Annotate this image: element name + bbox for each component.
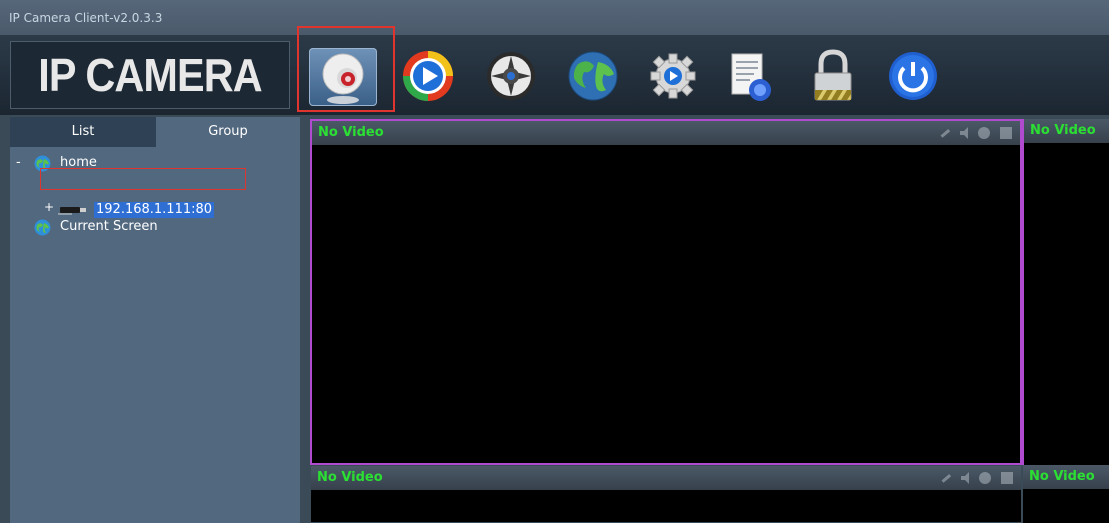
title-bar: IP Camera Client-v2.0.3.3 xyxy=(0,0,1109,35)
globe-icon xyxy=(568,51,618,101)
pane-title: No Video xyxy=(1030,123,1096,138)
lock-button[interactable] xyxy=(800,42,866,108)
video-pane[interactable]: No Video xyxy=(310,119,1022,465)
pane-header: No Video xyxy=(312,121,1020,145)
camera-button-annotation-box xyxy=(297,26,395,112)
device-annotation-box xyxy=(40,168,246,190)
app-logo: IP CAMERA xyxy=(10,41,290,109)
exit-button[interactable] xyxy=(880,42,946,108)
power-icon xyxy=(889,52,937,100)
pane-header: No Video xyxy=(1024,119,1109,143)
steering-wheel-icon xyxy=(487,52,535,100)
tree-item-current-screen[interactable]: Current Screen xyxy=(60,219,158,234)
logo-text: IP CAMERA xyxy=(38,49,262,101)
pane-title: No Video xyxy=(1029,469,1095,484)
document-icon xyxy=(731,53,771,101)
camera-device-icon xyxy=(58,207,86,215)
tree-collapse-toggle[interactable]: - xyxy=(16,155,21,170)
tab-list[interactable]: List xyxy=(10,117,156,147)
video-pane[interactable]: No Video xyxy=(1022,119,1109,465)
video-pane[interactable]: No Video xyxy=(310,465,1022,523)
ptz-button[interactable] xyxy=(478,42,544,108)
pane-header: No Video xyxy=(1023,465,1109,489)
video-grid: No Video No Video No Video No Video xyxy=(300,117,1109,523)
device-sidebar: List Group - home + 192.168.1.111:80 Cur… xyxy=(10,117,300,523)
device-tree: - home + 192.168.1.111:80 Current Screen xyxy=(10,147,300,523)
network-button[interactable] xyxy=(560,42,626,108)
globe-icon xyxy=(34,219,51,236)
playback-button[interactable] xyxy=(395,42,461,108)
tree-expand-toggle[interactable]: + xyxy=(44,200,54,214)
pane-controls xyxy=(940,127,1012,139)
gear-icon xyxy=(650,53,696,99)
pane-title: No Video xyxy=(317,470,383,485)
log-button[interactable] xyxy=(718,42,784,108)
pane-controls xyxy=(941,472,1013,484)
tab-group[interactable]: Group xyxy=(156,117,300,147)
window-title: IP Camera Client-v2.0.3.3 xyxy=(9,11,163,25)
video-pane[interactable]: No Video xyxy=(1023,465,1109,523)
tree-item-device[interactable]: 192.168.1.111:80 xyxy=(94,202,215,218)
play-circle-icon xyxy=(403,51,453,101)
lock-icon xyxy=(814,49,852,101)
pane-header: No Video xyxy=(311,466,1021,490)
settings-button[interactable] xyxy=(640,42,706,108)
pane-title: No Video xyxy=(318,125,384,140)
